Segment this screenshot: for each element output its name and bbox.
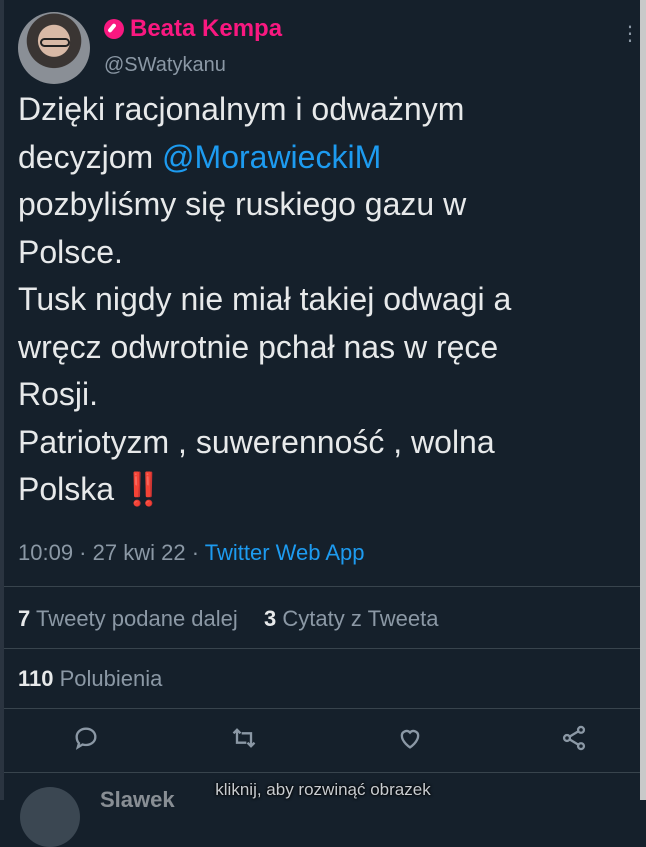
share-icon[interactable] [560, 724, 592, 756]
tweet-actions-bar [4, 716, 640, 764]
reply-icon[interactable] [72, 724, 104, 756]
tweet-source[interactable]: Twitter Web App [205, 540, 365, 565]
retweets-stat[interactable]: 7 Tweety podane dalej [18, 606, 238, 631]
meta-separator: · [185, 540, 205, 565]
retweet-icon[interactable] [230, 724, 262, 756]
divider [4, 708, 640, 709]
avatar-glasses [40, 38, 70, 47]
likes-label: Polubienia [53, 666, 163, 691]
tweet-text-segment: Polska [18, 471, 123, 507]
tweet-line: Dzięki racjonalnym i odważnym [18, 91, 465, 127]
divider [4, 586, 640, 587]
double-exclamation-emoji: ‼️ [122, 471, 163, 507]
author-display-name[interactable]: Beata Kempa [130, 15, 282, 43]
expand-image-caption[interactable]: kliknij, aby rozwinąć obrazek [0, 780, 646, 800]
tweet-text-segment: decyzjom [18, 138, 163, 175]
retweet-quote-stats: 7 Tweety podane dalej 3 Cytaty z Tweeta [18, 606, 439, 632]
author-avatar[interactable] [18, 12, 90, 84]
tweet-line: Polska ‼️ [18, 466, 628, 514]
more-options-icon[interactable]: ⋮ [620, 22, 640, 46]
quotes-count: 3 [264, 606, 277, 631]
tweet-line: decyzjom @MorawieckiM [18, 134, 628, 182]
tweet-line: Tusk nigdy nie miał takiej odwagi a [18, 281, 512, 317]
retweets-count: 7 [18, 606, 31, 631]
likes-count: 110 [18, 666, 54, 691]
author-name-row[interactable]: Beata Kempa [104, 14, 282, 44]
tweet-line: Polsce. [18, 233, 123, 270]
tweet-line: Rosji. [18, 376, 99, 412]
tweet-date[interactable]: 27 kwi 22 [93, 540, 186, 565]
retweets-label: Tweety podane dalej [30, 606, 238, 631]
author-handle[interactable]: @SWatykanu [104, 54, 226, 77]
tweet-card: Beata Kempa @SWatykanu ⋮ Dzięki racjonal… [0, 0, 646, 847]
heart-icon[interactable] [396, 724, 428, 756]
mention-link[interactable]: @MorawieckiM [162, 139, 381, 175]
tweet-metadata: 10:09 · 27 kwi 22 · Twitter Web App [18, 540, 365, 566]
quotes-stat[interactable]: 3 Cytaty z Tweeta [264, 606, 438, 631]
tweet-text: Dzięki racjonalnym i odważnym decyzjom @… [18, 86, 628, 514]
pink-badge-icon [104, 19, 124, 39]
tweet-line: Patriotyzm , suwerenność , wolna [18, 423, 495, 460]
divider [4, 648, 640, 649]
meta-separator: · [73, 540, 93, 565]
tweet-line: pozbyliśmy się ruskiego gazu w [18, 186, 467, 222]
likes-stat[interactable]: 110 Polubienia [18, 666, 162, 692]
tweet-line: wręcz odwrotnie pchał nas w ręce [18, 328, 499, 365]
tweet-time[interactable]: 10:09 [18, 540, 73, 565]
quotes-label: Cytaty z Tweeta [276, 606, 439, 631]
